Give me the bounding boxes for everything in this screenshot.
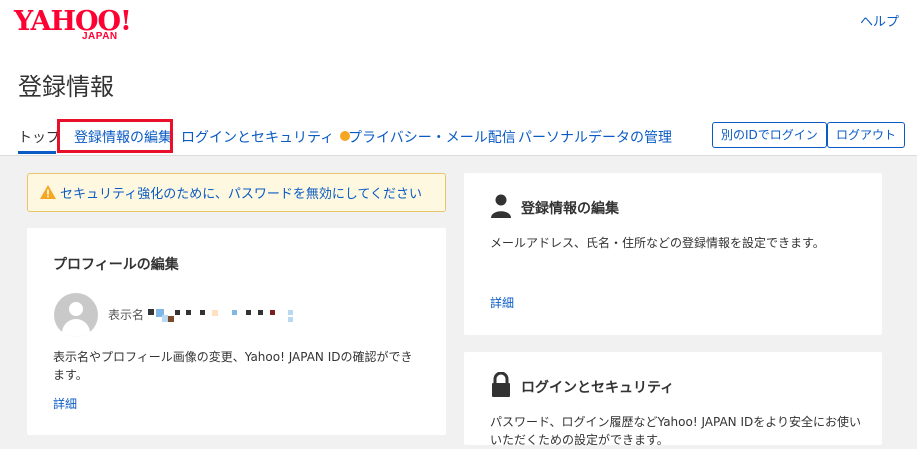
edit-detail-link[interactable]: 詳細 <box>490 294 514 311</box>
lock-icon <box>492 372 510 397</box>
logout-button[interactable]: ログアウト <box>827 122 906 148</box>
yahoo-japan-logo[interactable]: YAHOO! JAPAN <box>14 6 138 46</box>
tab-login-security[interactable]: ログインとセキュリティ <box>181 127 351 147</box>
tab-personal-data[interactable]: パーソナルデータの管理 <box>518 127 672 147</box>
profile-detail-link[interactable]: 詳細 <box>53 395 77 412</box>
tab-top[interactable]: トップ <box>18 127 60 147</box>
security-alert[interactable]: セキュリティ強化のために、パスワードを無効にしてください <box>27 173 446 212</box>
security-card-title: ログインとセキュリティ <box>521 380 675 396</box>
page-header: YAHOO! JAPAN ヘルプ 登録情報 トップ 登録情報の編集 ログインとセ… <box>0 0 917 156</box>
security-card-desc: パスワード、ログイン履歴などYahoo! JAPAN IDをより安全にお使いいた… <box>490 415 862 447</box>
profile-card-title: プロフィールの編集 <box>53 257 179 273</box>
active-tab-indicator <box>18 151 56 154</box>
avatar <box>54 293 98 337</box>
help-link[interactable]: ヘルプ <box>860 11 899 30</box>
profile-card-desc: 表示名やプロフィール画像の変更、Yahoo! JAPAN IDの確認ができます。 <box>53 350 413 382</box>
edit-card-title: 登録情報の編集 <box>521 201 619 217</box>
person-icon <box>491 194 511 218</box>
warning-icon <box>40 185 56 199</box>
page-title: 登録情報 <box>18 73 114 101</box>
display-name-label: 表示名 <box>108 308 145 322</box>
login-other-id-button[interactable]: 別のIDでログイン <box>712 122 827 148</box>
tab-privacy-mail[interactable]: プライバシー・メール配信 <box>348 127 516 147</box>
edit-registration-card: 登録情報の編集 メールアドレス、氏名・住所などの登録情報を設定できます。 詳細 <box>464 173 882 335</box>
login-security-card: ログインとセキュリティ パスワード、ログイン履歴などYahoo! JAPAN I… <box>464 352 882 447</box>
highlight-annotation <box>57 119 173 153</box>
alert-text: セキュリティ強化のために、パスワードを無効にしてください <box>60 187 423 202</box>
tab-login-security-label: ログインとセキュリティ <box>181 130 335 146</box>
edit-card-desc: メールアドレス、氏名・住所などの登録情報を設定できます。 <box>490 236 825 250</box>
display-name-value-redacted <box>148 309 298 323</box>
